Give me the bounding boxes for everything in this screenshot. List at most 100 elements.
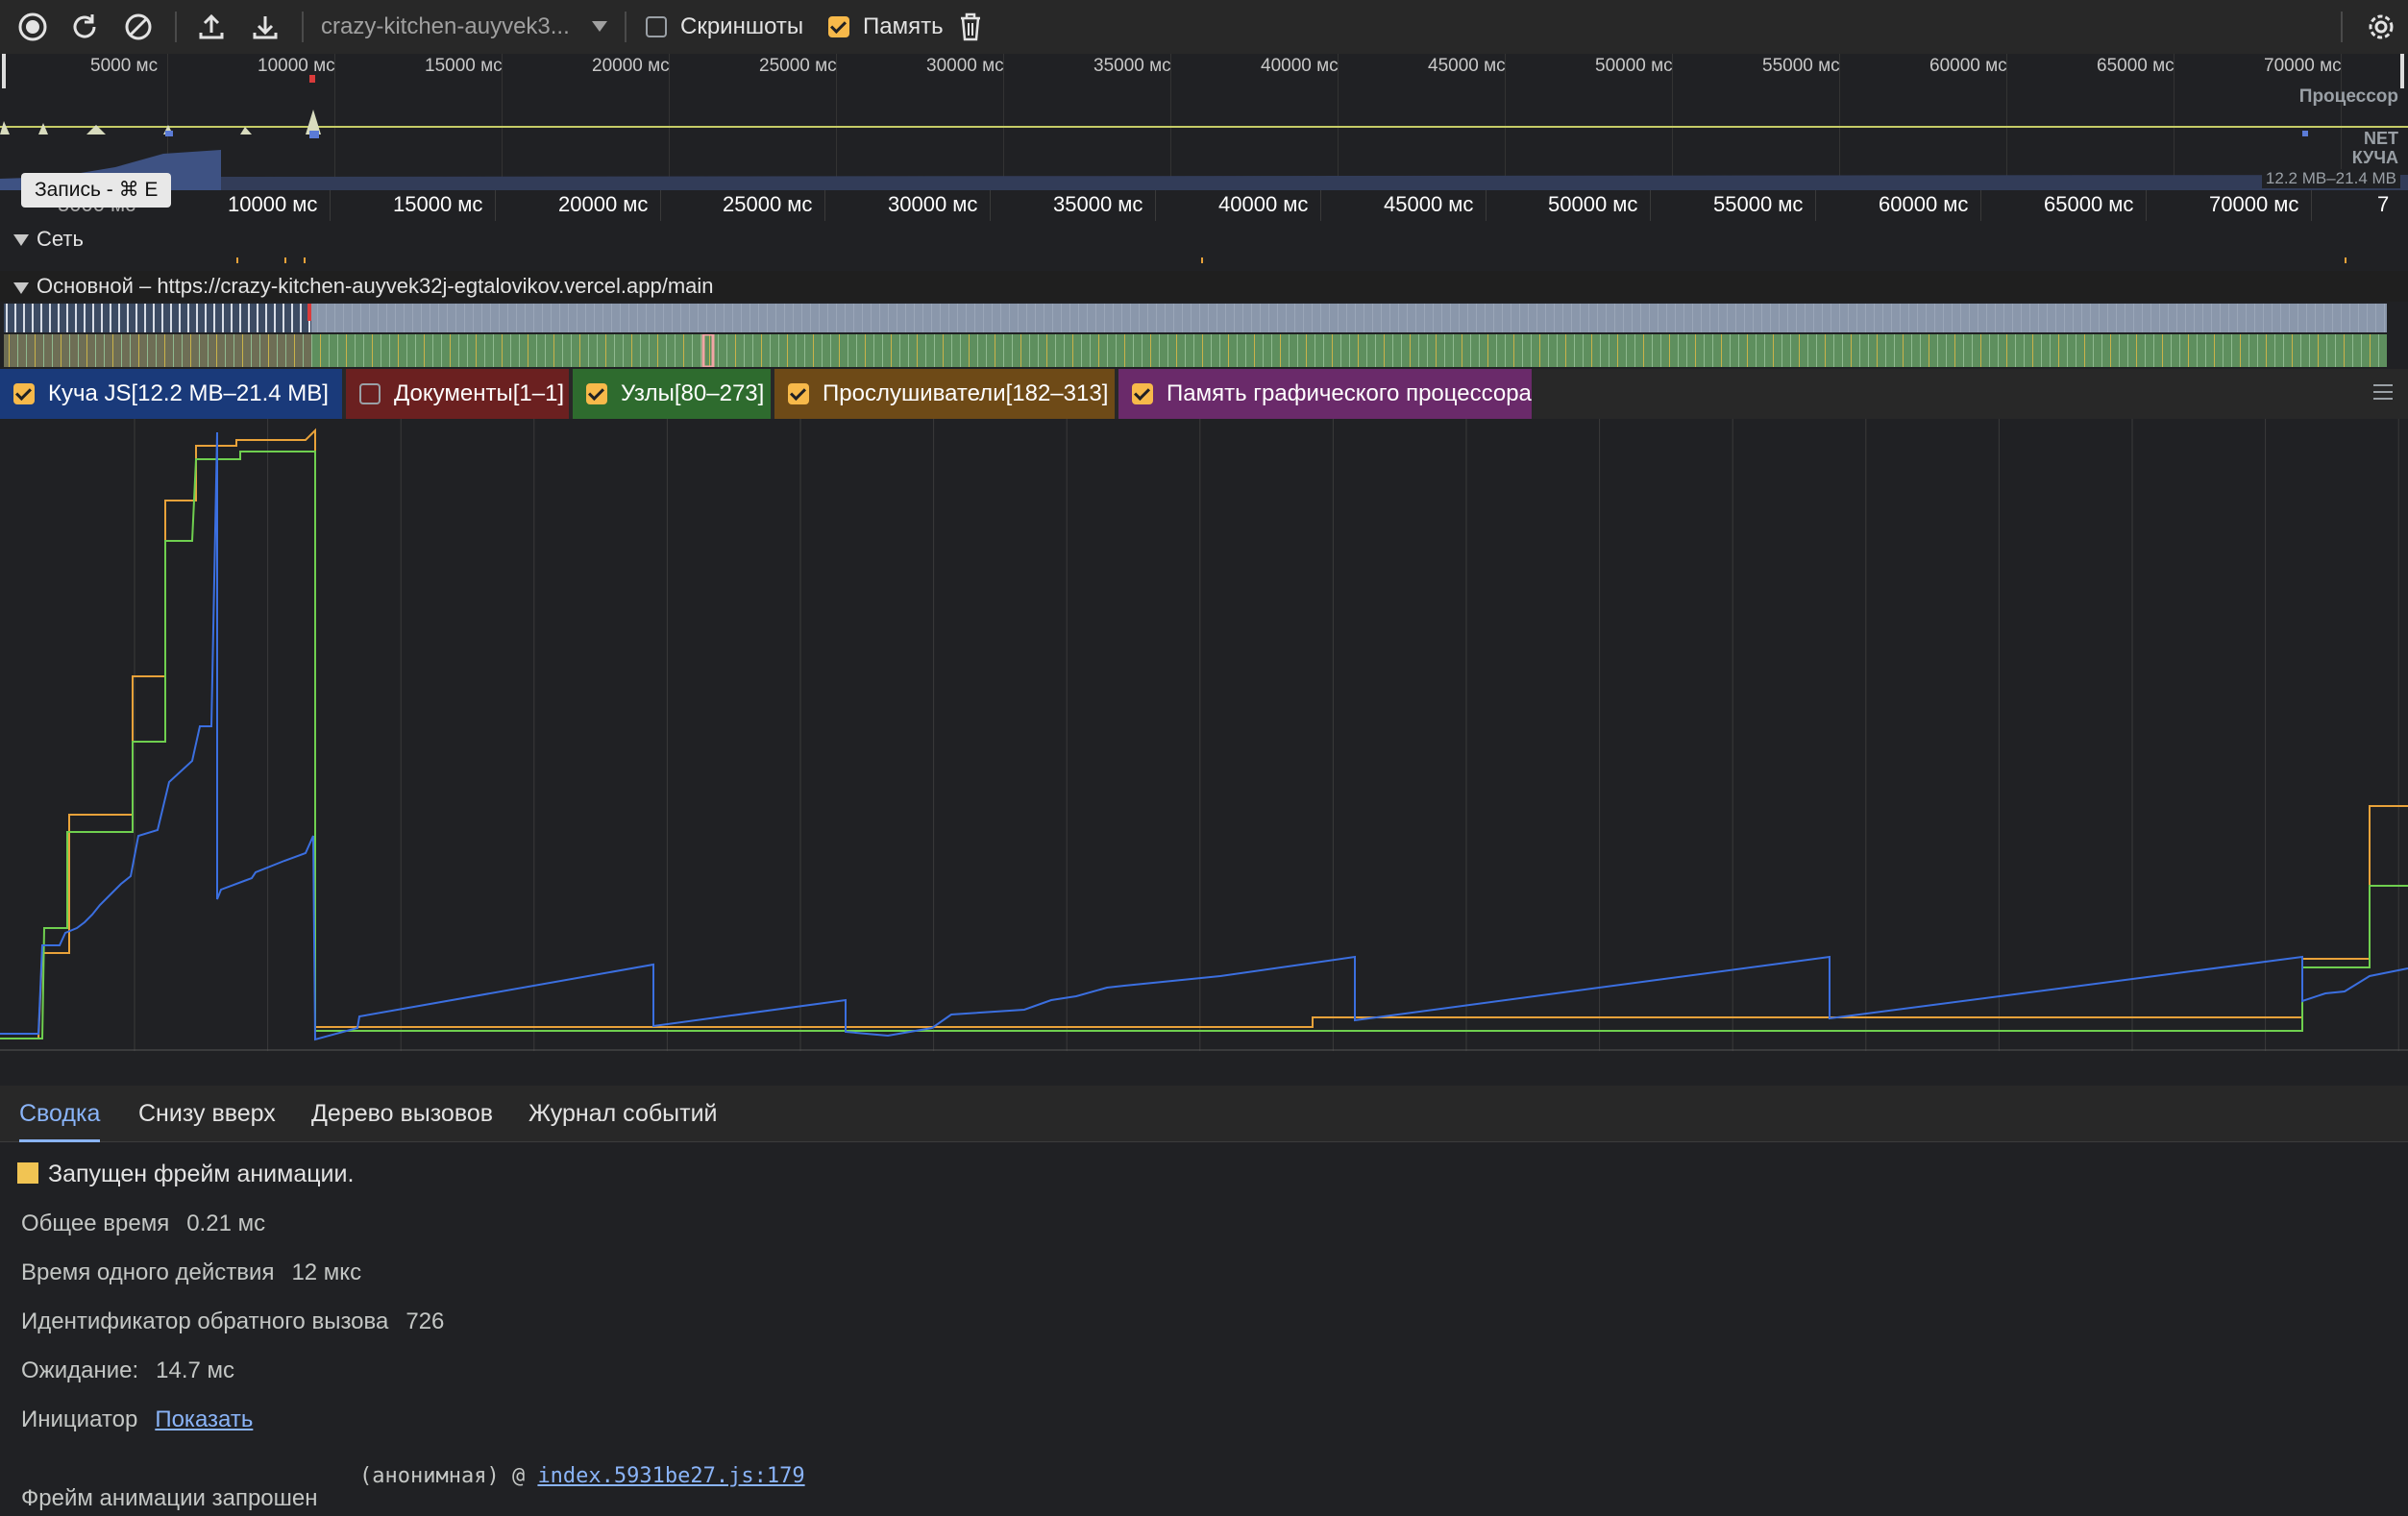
settings-button[interactable] <box>2364 10 2398 44</box>
task-bar[interactable] <box>948 304 949 332</box>
task-bar[interactable] <box>2384 304 2385 332</box>
task-bar[interactable] <box>1917 304 1918 332</box>
task-bar[interactable] <box>2349 304 2350 332</box>
task-event[interactable] <box>1591 334 1592 367</box>
menu-icon[interactable] <box>2373 384 2393 402</box>
task-bar[interactable] <box>1744 304 1745 332</box>
task-bar[interactable] <box>2323 304 2324 332</box>
task-bar[interactable] <box>663 304 664 332</box>
task-bar[interactable] <box>819 304 820 332</box>
task-bar[interactable] <box>931 304 932 332</box>
task-event[interactable] <box>43 334 44 367</box>
task-event[interactable] <box>1020 334 1021 367</box>
task-event[interactable] <box>2352 334 2353 367</box>
task-event[interactable] <box>268 334 269 367</box>
task-bar[interactable] <box>2220 304 2221 332</box>
task-bar[interactable] <box>161 304 163 332</box>
task-event[interactable] <box>1963 334 1964 367</box>
task-event[interactable] <box>2197 334 2198 367</box>
task-event[interactable] <box>303 334 304 367</box>
task-bar[interactable] <box>2047 304 2048 332</box>
task-event[interactable] <box>130 334 131 367</box>
task-event[interactable] <box>1185 334 1186 367</box>
task-bar[interactable] <box>499 304 500 332</box>
task-event[interactable] <box>1781 334 1782 367</box>
task-event[interactable] <box>190 334 191 367</box>
task-bar[interactable] <box>92 304 94 332</box>
task-bar[interactable] <box>1277 304 1278 332</box>
task-event[interactable] <box>26 334 27 367</box>
task-bar[interactable] <box>40 304 42 332</box>
task-event[interactable] <box>173 334 174 367</box>
task-bar[interactable] <box>2332 304 2333 332</box>
task-bar[interactable] <box>559 304 560 332</box>
task-bar[interactable] <box>2306 304 2307 332</box>
task-bar[interactable] <box>1216 304 1217 332</box>
task-bar[interactable] <box>1485 304 1486 332</box>
task-event[interactable] <box>2136 334 2137 367</box>
task-bar[interactable] <box>715 304 716 332</box>
task-event[interactable] <box>1098 334 1099 367</box>
flame-chart-row-1[interactable] <box>4 304 2387 332</box>
task-event[interactable] <box>649 334 650 367</box>
task-bar[interactable] <box>153 304 155 332</box>
task-bar[interactable] <box>801 304 802 332</box>
task-event[interactable] <box>35 334 36 367</box>
task-event[interactable] <box>969 334 970 367</box>
task-bar[interactable] <box>1675 304 1676 332</box>
task-event[interactable] <box>2110 334 2111 367</box>
task-event[interactable] <box>1764 334 1765 367</box>
task-bar[interactable] <box>2029 304 2030 332</box>
task-event[interactable] <box>519 334 520 367</box>
task-bar[interactable] <box>455 304 456 332</box>
task-event[interactable] <box>1012 334 1013 367</box>
task-bar[interactable] <box>1467 304 1468 332</box>
task-event[interactable] <box>1937 334 1938 367</box>
task-event[interactable] <box>484 334 485 367</box>
task-event[interactable] <box>406 334 407 367</box>
task-bar[interactable] <box>274 304 276 332</box>
task-bar[interactable] <box>680 304 681 332</box>
task-event[interactable] <box>571 334 572 367</box>
collect-garbage-button[interactable] <box>953 10 988 44</box>
task-bar[interactable] <box>291 304 293 332</box>
task-bar[interactable] <box>2012 304 2013 332</box>
task-event[interactable] <box>553 334 554 367</box>
task-bar[interactable] <box>672 304 673 332</box>
clear-button[interactable] <box>121 10 156 44</box>
task-event[interactable] <box>1894 334 1895 367</box>
task-event[interactable] <box>1366 334 1367 367</box>
task-event[interactable] <box>1176 334 1177 367</box>
task-bar[interactable] <box>1251 304 1252 332</box>
task-event[interactable] <box>2318 334 2319 367</box>
task-event[interactable] <box>1583 334 1584 367</box>
task-bar[interactable] <box>170 304 172 332</box>
task-bar[interactable] <box>1701 304 1702 332</box>
task-event[interactable] <box>156 334 157 367</box>
task-bar[interactable] <box>2367 304 2368 332</box>
task-event[interactable] <box>839 334 840 367</box>
task-event[interactable] <box>1029 334 1030 367</box>
task-bar[interactable] <box>1813 304 1814 332</box>
task-event[interactable] <box>977 334 978 367</box>
memory-checkbox[interactable] <box>828 16 849 37</box>
task-bar[interactable] <box>698 304 699 332</box>
task-event[interactable] <box>796 334 797 367</box>
task-event[interactable] <box>1825 334 1826 367</box>
task-event[interactable] <box>1816 334 1817 367</box>
task-bar[interactable] <box>1666 304 1667 332</box>
task-event[interactable] <box>1193 334 1194 367</box>
task-bar[interactable] <box>2073 304 2074 332</box>
task-bar[interactable] <box>1381 304 1382 332</box>
task-bar[interactable] <box>187 304 189 332</box>
task-event[interactable] <box>2283 334 2284 367</box>
task-event[interactable] <box>1090 334 1091 367</box>
task-bar[interactable] <box>1000 304 1001 332</box>
task-event[interactable] <box>1704 334 1705 367</box>
task-event[interactable] <box>1998 334 1999 367</box>
task-bar[interactable] <box>1355 304 1356 332</box>
task-bar[interactable] <box>58 304 60 332</box>
task-bar[interactable] <box>2375 304 2376 332</box>
timeline-overview[interactable]: 5000 мс 10000 мс 15000 мс 20000 мс 25000 мс 3… <box>0 54 2408 190</box>
task-bar[interactable] <box>1121 304 1122 332</box>
